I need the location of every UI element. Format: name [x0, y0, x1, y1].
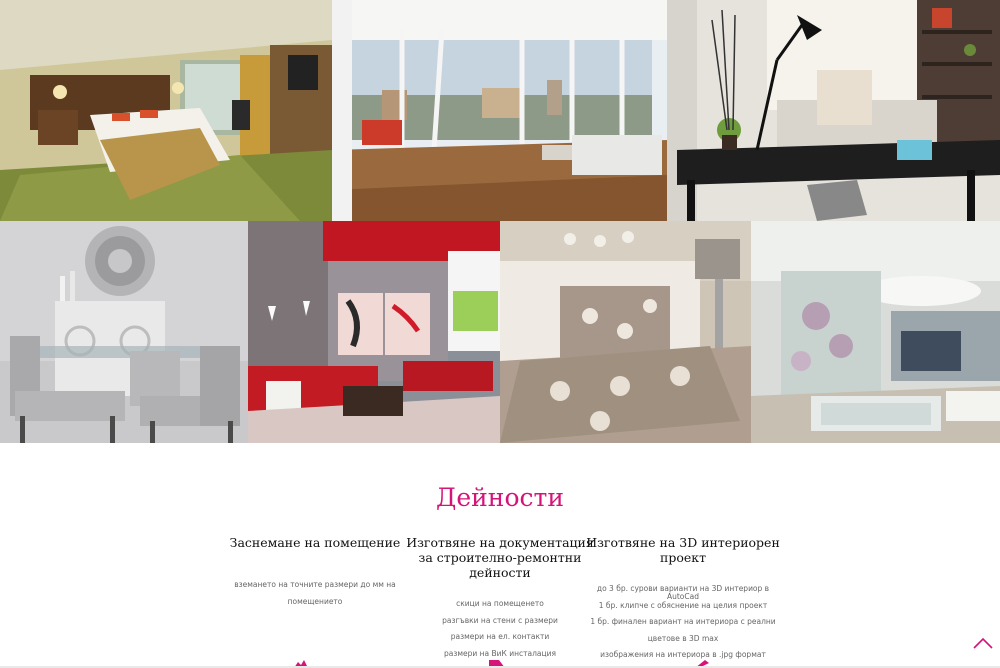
- activity-item: вземането на точните размери до мм на по…: [234, 580, 396, 606]
- chevron-up-icon[interactable]: [972, 636, 994, 650]
- activity-item: 1 бр. клипче с обяснение на целия проект: [598, 600, 768, 610]
- activity-item: разгъвки на стени с размери: [442, 615, 558, 625]
- activity-measurement: Заснемане на помещение вземането на точн…: [215, 535, 415, 610]
- activity-3d-project: Изготвяне на 3D интериорен проект до 3 б…: [583, 535, 783, 664]
- interior-gallery: [0, 0, 1000, 443]
- activity-item: изображения на интериора в .jpg формат: [600, 650, 766, 660]
- activity-item: цветове в 3D max: [647, 633, 719, 643]
- activity-item: размери на ел. контакти: [450, 632, 550, 642]
- activity-title: Изготвяне на документация за строително-…: [406, 535, 594, 580]
- bathroom-photo[interactable]: [751, 221, 1000, 443]
- activities-section: Дейности Заснемане на помещение вземанет…: [0, 443, 1000, 668]
- activity-item: до 3 бр. сурови варианти на 3D интериор …: [596, 584, 770, 601]
- activity-item: скици на помещенето: [456, 599, 544, 608]
- dining-room-photo[interactable]: [0, 221, 248, 443]
- hotel-room-photo[interactable]: [0, 0, 332, 221]
- activities-title: Дейности: [436, 483, 564, 512]
- activity-documentation: Изготвяне на документация за строително-…: [400, 535, 600, 662]
- activity-item: 1 бр. финален вариант на интериора с реа…: [590, 617, 776, 627]
- red-living-room-photo[interactable]: [248, 221, 500, 443]
- bedroom-photo[interactable]: [500, 221, 751, 443]
- activity-title: Заснемане на помещение: [229, 535, 401, 550]
- home-office-photo[interactable]: [667, 0, 1000, 221]
- activity-title: Изготвяне на 3D интериорен проект: [586, 535, 780, 565]
- open-living-room-photo[interactable]: [332, 0, 667, 221]
